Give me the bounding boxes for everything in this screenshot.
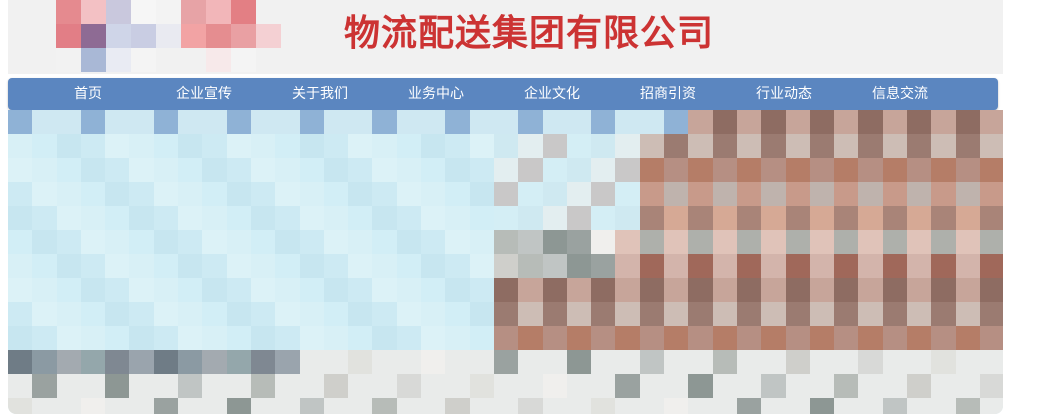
site-header: 物流配送集团有限公司: [8, 0, 1003, 74]
banner-image[interactable]: [8, 110, 1003, 414]
nav-item-exchange[interactable]: 信息交流: [842, 78, 958, 110]
pixelated-banner-icon: [8, 110, 1003, 414]
nav-item-culture[interactable]: 企业文化: [494, 78, 610, 110]
web-page: 物流配送集团有限公司 首页 企业宣传 关于我们 业务中心 企业文化 招商引资 行…: [0, 0, 1038, 414]
company-name: 物流配送集团有限公司: [344, 13, 715, 54]
nav-item-investment[interactable]: 招商引资: [610, 78, 726, 110]
nav-item-promotion[interactable]: 企业宣传: [146, 78, 262, 110]
pixelated-logo-icon[interactable]: [56, 0, 356, 72]
main-navigation: 首页 企业宣传 关于我们 业务中心 企业文化 招商引资 行业动态 信息交流: [8, 78, 998, 110]
nav-item-home[interactable]: 首页: [30, 78, 146, 110]
nav-item-news[interactable]: 行业动态: [726, 78, 842, 110]
nav-item-business[interactable]: 业务中心: [378, 78, 494, 110]
nav-item-about[interactable]: 关于我们: [262, 78, 378, 110]
page-margin: [1003, 0, 1038, 414]
